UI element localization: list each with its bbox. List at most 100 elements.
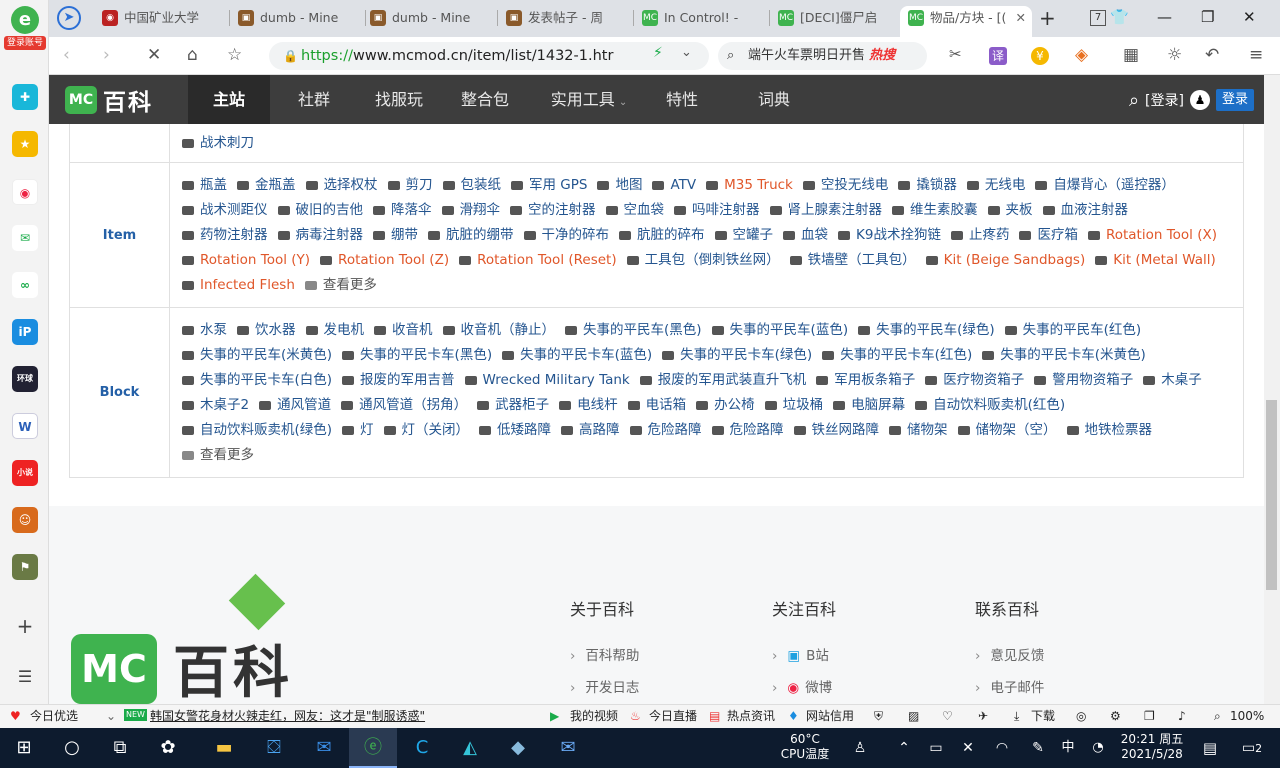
status-today-picks[interactable]: 今日优选	[30, 705, 78, 727]
game-icon[interactable]: ◎	[1076, 705, 1086, 727]
list-item[interactable]: Kit (Metal Wall)	[1095, 248, 1216, 272]
list-item[interactable]: 自爆背心（遥控器）	[1035, 173, 1175, 197]
health-icon[interactable]: ♡	[942, 705, 953, 727]
list-item[interactable]: 干净的碎布	[523, 223, 609, 247]
list-item[interactable]: 血袋	[783, 223, 828, 247]
list-item[interactable]: 撬锁器	[898, 173, 957, 197]
list-item[interactable]: 地铁检票器	[1066, 418, 1152, 442]
skin-icon[interactable]: 👕	[1110, 8, 1129, 26]
list-item[interactable]: 失事的平民车(蓝色)	[711, 318, 848, 342]
download-label[interactable]: 下载	[1031, 705, 1055, 727]
nav-modpacks[interactable]: 整合包	[451, 75, 519, 124]
clock[interactable]: 20:21 周五 2021/5/28	[1112, 732, 1192, 762]
tab-post[interactable]: ▣ 发表帖子 - 周	[498, 6, 632, 37]
speed-icon[interactable]: ⚡	[653, 45, 663, 61]
list-item[interactable]: 失事的平民车(黑色)	[565, 318, 702, 342]
list-item[interactable]: 通风管道	[259, 393, 331, 417]
list-item[interactable]: 夹板	[987, 198, 1033, 222]
list-item[interactable]: ATV	[652, 173, 696, 197]
list-item[interactable]: 军用 GPS	[511, 173, 587, 197]
settings-icon[interactable]: ⚙	[1110, 705, 1121, 727]
list-item[interactable]: 选择权杖	[305, 173, 378, 197]
browser-menu-icon[interactable]: ≡	[1249, 45, 1263, 65]
list-item[interactable]: 金瓶盖	[237, 173, 296, 197]
list-item[interactable]: 空血袋	[605, 198, 664, 222]
see-more-link[interactable]: 查看更多	[182, 443, 254, 467]
sound-icon[interactable]: ♪	[1178, 705, 1186, 727]
list-item[interactable]: 战术刺刀	[182, 131, 254, 155]
tab-dumb-2[interactable]: ▣ dumb - Mine	[362, 6, 496, 37]
list-item[interactable]: 饮水器	[237, 318, 296, 342]
list-item[interactable]: 办公椅	[696, 393, 755, 417]
list-item[interactable]: 失事的平民车(红色)	[1004, 318, 1141, 342]
pubg-icon[interactable]: ⚑	[12, 554, 38, 580]
shield-icon[interactable]: ⛨	[874, 705, 883, 727]
list-item[interactable]: 瓶盖	[182, 173, 227, 197]
list-item[interactable]: 医疗箱	[1019, 223, 1078, 247]
list-item[interactable]: Rotation Tool (X)	[1087, 223, 1217, 247]
list-item[interactable]: 空的注射器	[510, 198, 596, 222]
apps-grid-icon[interactable]: ▦	[1123, 45, 1139, 65]
wifi-icon[interactable]: ◠	[986, 728, 1018, 768]
zoom-level[interactable]: 100%	[1230, 705, 1264, 727]
tray-up-icon[interactable]: ⌃	[886, 728, 922, 768]
mini-game-icon[interactable]: 小说	[12, 460, 38, 486]
file-explorer-icon[interactable]: ▬	[200, 728, 248, 768]
list-item[interactable]: Infected Flesh	[182, 273, 295, 297]
login-link[interactable]: [登录]	[1145, 90, 1184, 110]
undo-icon[interactable]: ↶	[1205, 45, 1219, 65]
list-item[interactable]: 失事的平民车(绿色)	[858, 318, 995, 342]
image-icon[interactable]: ▨	[908, 705, 919, 727]
notes-icon[interactable]: ▤	[1196, 728, 1224, 768]
chevron-down-icon[interactable]: ⌄	[106, 705, 116, 727]
url-dropdown-icon[interactable]: ⌄	[681, 45, 692, 60]
tab-in-control[interactable]: MC In Control! -	[634, 6, 768, 37]
list-item[interactable]: 自动饮料贩卖机(绿色)	[182, 418, 332, 442]
game-app-icon[interactable]: 环球	[12, 366, 38, 392]
navigation-icon[interactable]: ➤	[57, 6, 81, 30]
list-item[interactable]: 发电机	[305, 318, 364, 342]
notification-center[interactable]: ▭2	[1234, 728, 1270, 768]
list-item[interactable]: Rotation Tool (Y)	[182, 248, 310, 272]
pen-icon[interactable]: ✎	[1022, 728, 1054, 768]
close-window-icon[interactable]: ✕	[1243, 8, 1256, 26]
url-field[interactable]: 🔒 https://www.mcmod.cn/item/list/1432-1.…	[269, 42, 709, 70]
list-item[interactable]: 储物架（空）	[957, 418, 1057, 442]
list-item[interactable]: K9战术拴狗链	[838, 223, 941, 247]
list-item[interactable]: 地图	[597, 173, 642, 197]
cortana-icon[interactable]: ○	[48, 728, 96, 768]
list-item[interactable]: 肮脏的绷带	[428, 223, 514, 247]
see-more-link[interactable]: 查看更多	[304, 273, 377, 297]
hot-news[interactable]: 热点资讯	[727, 705, 775, 727]
list-item[interactable]: 水泵	[182, 318, 227, 342]
battery-icon[interactable]: ▭	[920, 728, 952, 768]
bookmark-star-icon[interactable]: ☆	[227, 45, 242, 65]
search-icon[interactable]: ⌕	[1129, 90, 1139, 111]
list-item[interactable]: 灯	[342, 418, 374, 442]
add-icon[interactable]: +	[12, 613, 38, 639]
home-icon[interactable]: ⌂	[187, 45, 198, 65]
list-item[interactable]: 失事的平民卡车(白色)	[182, 368, 332, 392]
list-item[interactable]: Rotation Tool (Reset)	[459, 248, 617, 272]
list-item[interactable]: 木桌子	[1143, 368, 1202, 392]
list-item[interactable]: 工具包（倒刺铁丝网）	[626, 248, 780, 272]
list-item[interactable]: 肾上腺素注射器	[769, 198, 882, 222]
nav-servers[interactable]: 找服玩	[365, 75, 433, 124]
footer-link[interactable]: › 开发日志	[570, 678, 639, 704]
list-item[interactable]: 绷带	[373, 223, 418, 247]
list-item[interactable]: 武器柜子	[477, 393, 549, 417]
browser-taskbar-icon[interactable]: ⓔ	[349, 728, 397, 768]
list-item[interactable]: 维生素胶囊	[892, 198, 978, 222]
blender-app-icon[interactable]: ◭	[446, 728, 494, 768]
list-item[interactable]: 剪刀	[387, 173, 433, 197]
menu-list-icon[interactable]: ☰	[12, 664, 38, 690]
game-avatar-icon[interactable]: ☺	[12, 507, 38, 533]
pinwheel-app-icon[interactable]: ✿	[144, 728, 192, 768]
list-item[interactable]: 失事的平民车(米黄色)	[182, 343, 332, 367]
footer-link[interactable]: › ▣ B站	[772, 646, 836, 678]
list-item[interactable]: 电线杆	[559, 393, 618, 417]
word-icon[interactable]: W	[12, 413, 38, 439]
nav-main[interactable]: 主站	[188, 75, 270, 124]
list-item[interactable]: 滑翔伞	[441, 198, 500, 222]
list-item[interactable]: 病毒注射器	[277, 223, 363, 247]
